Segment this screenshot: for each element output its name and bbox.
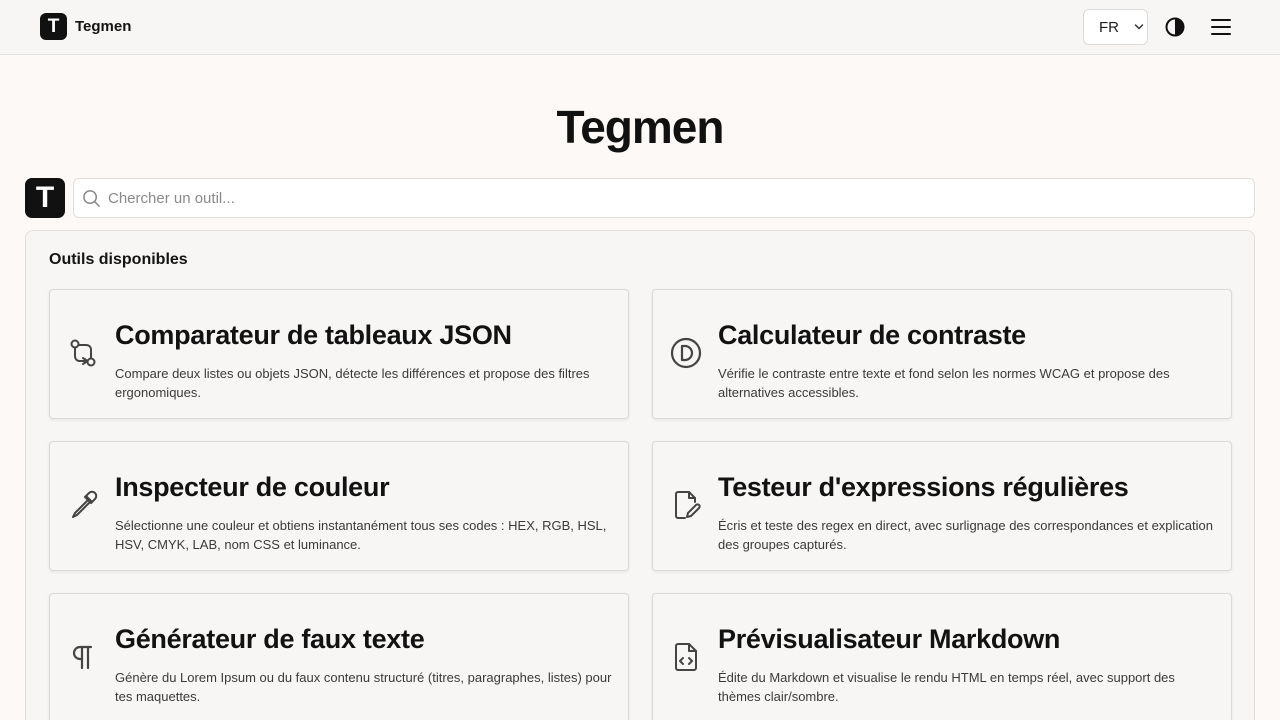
pilcrow-icon [72,645,93,670]
tool-card-json-comparator[interactable]: Comparateur de tableaux JSON Compare deu… [49,289,629,419]
tool-title: Testeur d'expressions régulières [718,472,1129,502]
section-title: Outils disponibles [49,251,188,268]
search-input[interactable] [108,179,1248,217]
tool-title: Inspecteur de couleur [115,472,390,502]
tool-card-regex-tester[interactable]: Testeur d'expressions régulières Écris e… [652,441,1232,571]
tool-description: Génère du Lorem Ipsum ou du faux contenu… [115,670,612,704]
theme-toggle-icon[interactable] [1164,16,1186,38]
chevron-down-icon [1134,24,1144,30]
tool-description: Sélectionne une couleur et obtiens insta… [115,518,607,552]
hamburger-menu-icon[interactable] [1210,17,1232,37]
language-select[interactable]: FR [1083,9,1148,45]
git-compare-icon [70,339,96,367]
language-selected-value: FR [1099,19,1119,36]
tool-title: Prévisualisateur Markdown [718,624,1061,654]
file-code-icon [675,643,697,671]
brand-name: Tegmen [75,18,132,35]
tool-description: Compare deux listes ou objets JSON, déte… [115,366,590,400]
tool-title: Calculateur de contraste [718,320,1026,350]
tool-card-color-inspector[interactable]: Inspecteur de couleur Sélectionne une co… [49,441,629,571]
tool-card-markdown-previewer[interactable]: Prévisualisateur Markdown Édite du Markd… [652,593,1232,720]
brand-link[interactable]: T Tegmen [40,13,131,40]
brand-logo: T [40,13,67,40]
search-bar [73,178,1255,218]
page-title: Tegmen [556,101,725,153]
contrast-icon [670,337,702,369]
tool-description: Vérifie le contraste entre texte et fond… [718,366,1170,400]
search-brand-logo: T [25,178,65,218]
file-edit-icon [675,491,701,519]
tool-card-contrast-calculator[interactable]: Calculateur de contraste Vérifie le cont… [652,289,1232,419]
tool-card-fake-text-generator[interactable]: Générateur de faux texte Génère du Lorem… [49,593,629,720]
tool-title: Comparateur de tableaux JSON [115,320,512,350]
tool-description: Édite du Markdown et visualise le rendu … [718,670,1175,704]
top-navbar: T Tegmen FR [0,0,1280,55]
search-icon [83,190,100,207]
tools-panel: Outils disponibles Comparateur de tablea… [25,230,1255,720]
eyedropper-icon [72,490,98,518]
tool-description: Écris et teste des regex en direct, avec… [718,518,1213,552]
tool-title: Générateur de faux texte [115,624,425,654]
